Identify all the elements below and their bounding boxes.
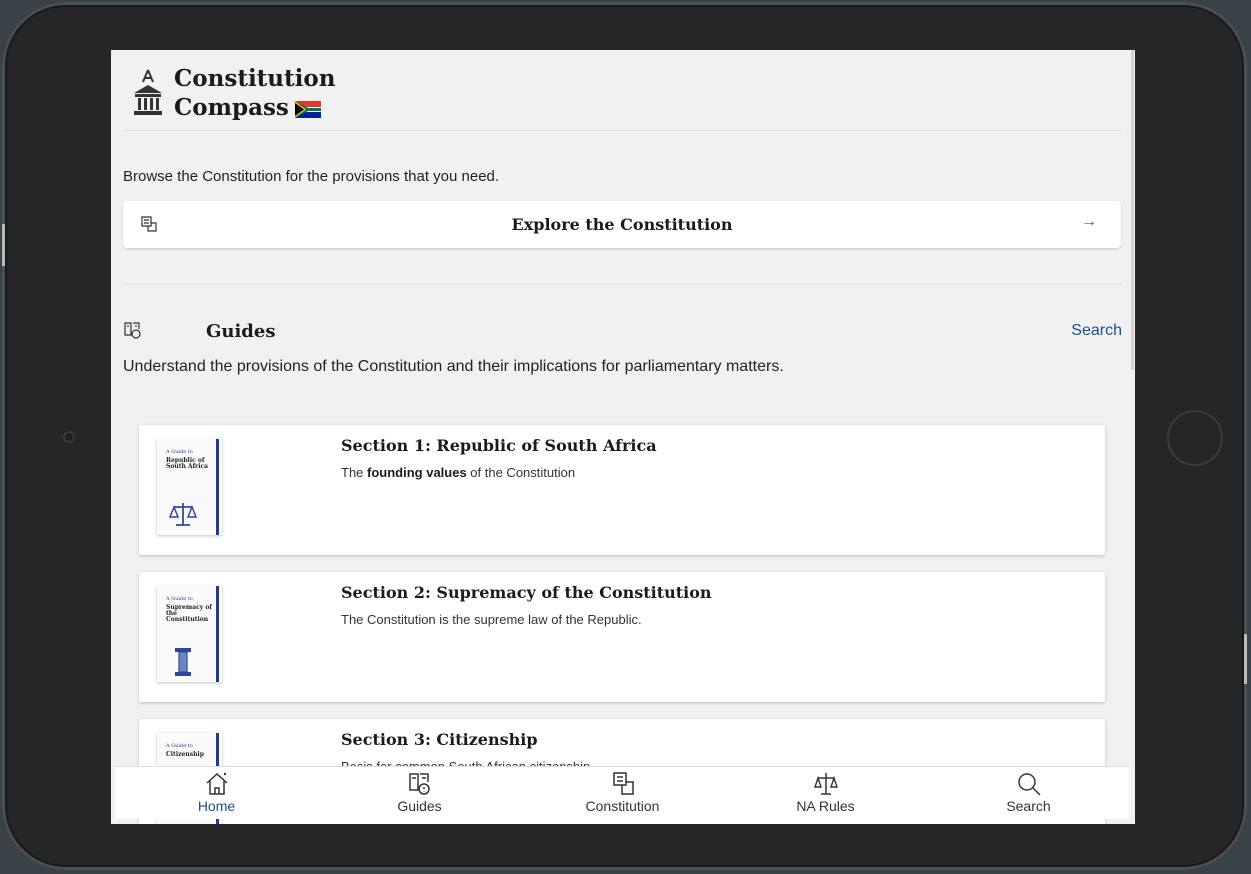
guide-title: Section 2: Supremacy of the Constitution (341, 583, 712, 602)
tab-label: NA Rules (796, 798, 855, 814)
explore-constitution-button[interactable]: Explore the Constitution → (123, 201, 1121, 248)
tab-label: Home (197, 798, 236, 814)
tab-label: Search (1006, 798, 1051, 814)
tab-na-rules[interactable]: NA Rules (724, 767, 927, 819)
arrow-right-icon: → (1081, 213, 1097, 230)
tab-label: Guides (397, 798, 442, 814)
guide-description: The Constitution is the supreme law of t… (341, 612, 642, 627)
home-icon (205, 772, 228, 795)
cover-spine (216, 439, 219, 535)
guide-title: Section 1: Republic of South Africa (341, 436, 657, 455)
guide-cover: A Guide to Supremacy of the Constitution (157, 586, 222, 682)
tab-search[interactable]: Search (927, 767, 1130, 819)
guide-card-section-1[interactable]: A Guide to Republic of South Africa Sect… (139, 425, 1105, 555)
pillar-icon (175, 648, 191, 676)
tab-guides[interactable]: Guides (318, 767, 521, 819)
document-icon (612, 772, 634, 795)
front-camera (63, 431, 75, 443)
power-button (1244, 634, 1247, 684)
cover-subtitle: A Guide to (166, 449, 193, 455)
tab-label: Constitution (585, 798, 660, 814)
home-hardware-button[interactable] (1167, 410, 1223, 466)
cover-subtitle: A Guide to (166, 596, 193, 602)
founding-values-bold: founding values (367, 465, 467, 480)
volume-button (2, 224, 5, 266)
app-title-line1: Constitution (174, 65, 336, 92)
tab-home[interactable]: Home (115, 767, 318, 819)
guides-search-link[interactable]: Search (1071, 322, 1122, 340)
app-title: Constitution Compass (174, 64, 335, 122)
browse-text: Browse the Constitution for the provisio… (123, 168, 500, 185)
scrollbar[interactable] (1131, 50, 1134, 370)
scales-icon (168, 503, 198, 526)
app-header: Constitution Compass (123, 64, 1122, 131)
guide-title: Section 3: Citizenship (341, 730, 538, 749)
guides-heading: Guides (206, 321, 276, 342)
app-screen: Constitution Compass Browse the Constitu… (111, 50, 1135, 824)
bottom-tab-bar: Home Guides Constitution NA Rules Search (115, 766, 1129, 819)
search-icon (1017, 773, 1041, 796)
app-title-line2: Compass (174, 94, 289, 121)
guide-cover: A Guide to Republic of South Africa (157, 439, 222, 535)
south-africa-flag-icon (294, 100, 321, 118)
section-divider (123, 284, 1122, 285)
cover-title: Citizenship (166, 751, 204, 758)
guide-card-section-2[interactable]: A Guide to Supremacy of the Constitution… (139, 572, 1105, 702)
cover-title: Republic of South Africa (166, 457, 209, 470)
cover-spine (216, 586, 219, 682)
courthouse-logo-icon (134, 69, 162, 115)
explore-label: Explore the Constitution (511, 215, 733, 234)
guides-book-icon (124, 322, 141, 339)
guides-icon (408, 773, 430, 795)
scales-icon (813, 773, 838, 795)
cover-subtitle: A Guide to (166, 743, 193, 749)
guides-description: Understand the provisions of the Constit… (123, 358, 784, 375)
guide-description: The founding values of the Constitution (341, 465, 576, 480)
cover-title: Supremacy of the Constitution (166, 604, 212, 623)
tab-constitution[interactable]: Constitution (521, 767, 724, 819)
